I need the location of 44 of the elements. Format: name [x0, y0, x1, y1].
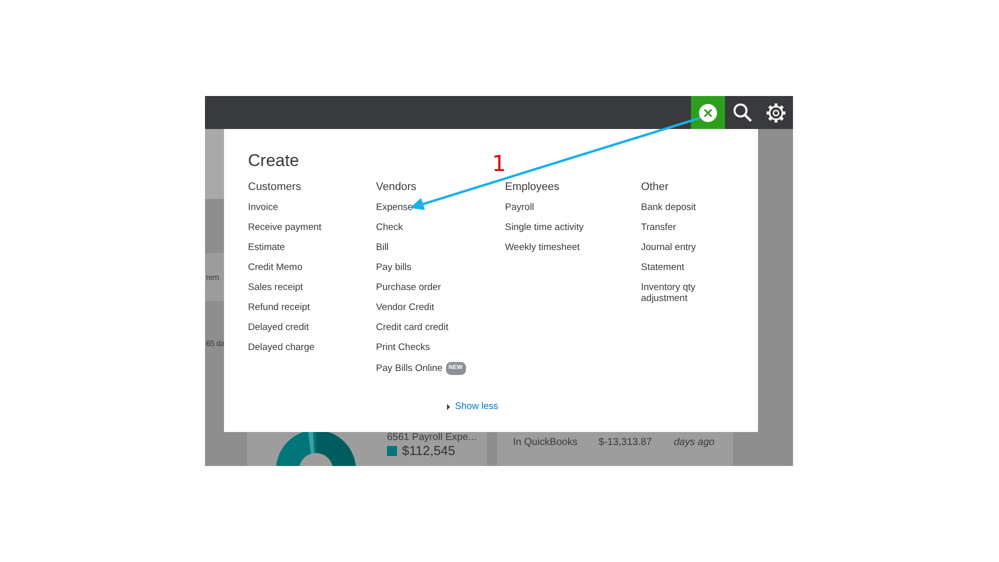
column-heading: Vendors: [376, 181, 416, 193]
background-panel: [205, 129, 224, 199]
column-heading: Employees: [505, 181, 560, 193]
menu-item[interactable]: Delayed charge: [248, 342, 315, 353]
column-heading: Customers: [248, 181, 302, 193]
expense-label: 6561 Payroll Expe...: [387, 432, 476, 443]
legend-swatch: [387, 446, 397, 456]
menu-item[interactable]: Refund receipt: [248, 302, 310, 313]
menu-item[interactable]: Expense: [376, 202, 413, 213]
column-heading: Other: [641, 181, 669, 193]
menu-item[interactable]: Credit Memo: [248, 262, 302, 273]
background-text: 65 da: [205, 339, 224, 348]
bank-amount: $-13,313.87: [598, 437, 652, 450]
menu-item[interactable]: Payroll: [505, 202, 534, 213]
menu-item[interactable]: Statement: [641, 262, 684, 273]
menu-item[interactable]: Print Checks: [376, 342, 430, 353]
show-less-link[interactable]: Show less: [447, 401, 758, 412]
menu-item[interactable]: Journal entry: [641, 242, 696, 253]
menu-item[interactable]: Transfer: [641, 222, 676, 233]
menu-item[interactable]: Invoice: [248, 202, 278, 213]
menu-title: Create: [248, 151, 300, 171]
bank-label: In QuickBooks: [513, 437, 578, 450]
menu-item[interactable]: Inventory qty adjustment: [641, 282, 716, 304]
menu-item[interactable]: Estimate: [248, 242, 285, 253]
annotation-number: 1: [492, 152, 506, 177]
menu-item[interactable]: Single time activity: [505, 222, 584, 233]
menu-item[interactable]: Vendor Credit: [376, 302, 434, 313]
expense-amount: $112,545: [402, 443, 456, 458]
updated-time: days ago: [674, 437, 714, 450]
menu-item[interactable]: Sales receipt: [248, 282, 303, 293]
menu-item[interactable]: Bill: [376, 242, 389, 253]
background-text: rem: [205, 272, 219, 282]
search-icon: [732, 103, 752, 122]
menu-item[interactable]: Receive payment: [248, 222, 322, 233]
menu-item[interactable]: Weekly timesheet: [505, 242, 580, 253]
close-icon: [698, 102, 718, 122]
menu-item[interactable]: Bank deposit: [641, 202, 696, 213]
menu-item[interactable]: Delayed credit: [248, 322, 309, 333]
menu-item[interactable]: Check: [376, 222, 403, 233]
caret-icon: [447, 404, 450, 410]
menu-item[interactable]: Credit card credit: [376, 322, 448, 333]
menu-item[interactable]: Pay bills: [376, 262, 412, 273]
settings-icon: [766, 102, 786, 122]
menu-item[interactable]: Purchase order: [376, 282, 441, 293]
